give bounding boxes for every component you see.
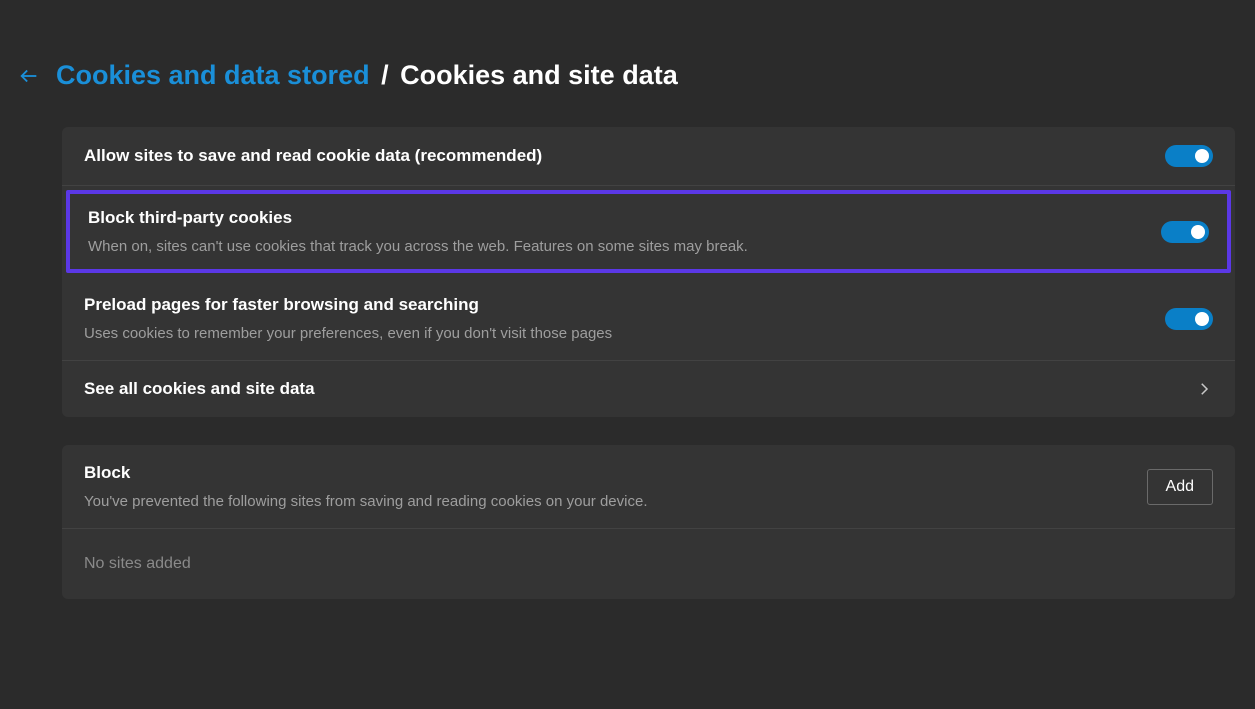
allow-cookies-row: Allow sites to save and read cookie data… [62,127,1235,186]
block-empty-text: No sites added [84,555,191,573]
back-arrow-icon[interactable] [18,65,40,87]
allow-cookies-title: Allow sites to save and read cookie data… [84,146,1165,166]
breadcrumb-link[interactable]: Cookies and data stored [56,60,370,90]
block-header-row: Block You've prevented the following sit… [62,445,1235,529]
allow-cookies-toggle[interactable] [1165,145,1213,167]
preload-toggle[interactable] [1165,308,1213,330]
breadcrumb: Cookies and data stored / Cookies and si… [56,60,678,91]
see-all-row[interactable]: See all cookies and site data [62,361,1235,417]
chevron-right-icon [1195,380,1213,398]
see-all-title: See all cookies and site data [84,379,1195,399]
block-panel: Block You've prevented the following sit… [62,445,1235,599]
preload-row: Preload pages for faster browsing and se… [62,277,1235,361]
add-button[interactable]: Add [1147,469,1213,505]
block-third-party-toggle[interactable] [1161,221,1209,243]
block-desc: You've prevented the following sites fro… [84,493,1147,510]
block-third-party-title: Block third-party cookies [88,208,1161,228]
block-third-party-desc: When on, sites can't use cookies that tr… [88,238,1161,255]
block-title: Block [84,463,1147,483]
block-third-party-row: Block third-party cookies When on, sites… [66,190,1231,273]
settings-panel: Allow sites to save and read cookie data… [62,127,1235,417]
preload-desc: Uses cookies to remember your preference… [84,325,1165,342]
block-empty-row: No sites added [62,529,1235,599]
breadcrumb-current: Cookies and site data [400,60,678,90]
breadcrumb-separator: / [381,60,396,90]
page-header: Cookies and data stored / Cookies and si… [18,60,1237,91]
preload-title: Preload pages for faster browsing and se… [84,295,1165,315]
